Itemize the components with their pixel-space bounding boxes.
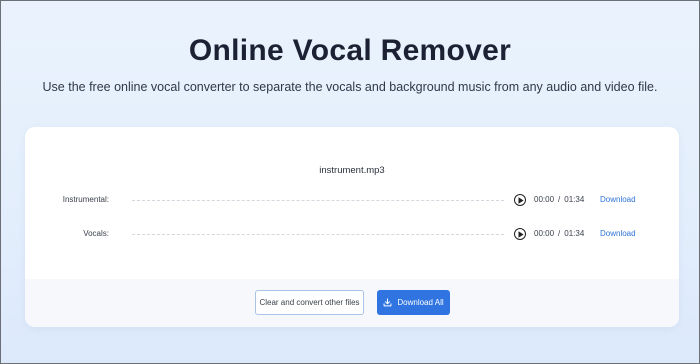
track-row-vocals: Vocals: 00:00/01:34 Download: [25, 227, 679, 243]
download-instrumental-link[interactable]: Download: [600, 195, 636, 204]
time-separator: /: [558, 229, 561, 238]
vocal-remover-card: instrument.mp3 Instrumental: 00:00/01:34…: [25, 127, 679, 327]
duration: 01:34: [564, 229, 585, 238]
page-title: Online Vocal Remover: [188, 34, 512, 67]
clear-and-convert-button[interactable]: Clear and convert other files: [255, 290, 364, 315]
time-display: 00:00/01:34: [534, 229, 584, 238]
current-time: 00:00: [534, 229, 555, 238]
audio-progress-track[interactable]: [132, 234, 504, 235]
file-name: instrument.mp3: [319, 165, 385, 176]
track-row-instrumental: Instrumental: 00:00/01:34 Download: [25, 193, 679, 209]
current-time: 00:00: [534, 195, 555, 204]
audio-progress-track[interactable]: [132, 200, 504, 201]
track-label: Instrumental:: [62, 195, 109, 204]
play-icon: [518, 231, 524, 238]
play-button[interactable]: [514, 194, 526, 206]
time-separator: /: [558, 195, 561, 204]
page-subtitle: Use the free online vocal converter to s…: [42, 80, 658, 94]
play-icon: [518, 197, 524, 204]
download-vocals-link[interactable]: Download: [600, 229, 636, 238]
duration: 01:34: [564, 195, 585, 204]
time-display: 00:00/01:34: [534, 195, 584, 204]
play-button[interactable]: [514, 228, 526, 240]
download-all-label: Download All: [397, 298, 444, 307]
download-all-button[interactable]: Download All: [377, 290, 450, 315]
download-icon: [383, 298, 392, 307]
track-label: Vocals:: [83, 229, 109, 238]
card-footer: Clear and convert other files Download A…: [25, 279, 679, 327]
